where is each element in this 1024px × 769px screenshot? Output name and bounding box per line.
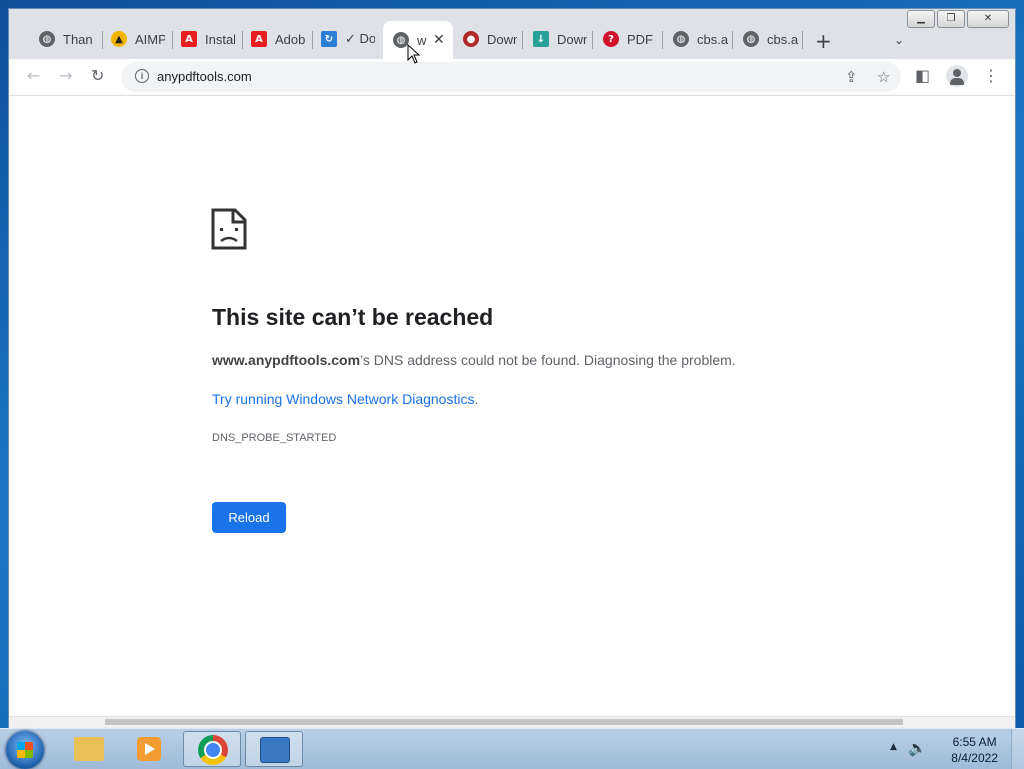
tab-label: ✓ Do [345,31,375,46]
tab-label: PDF [627,31,653,47]
page-content: This site can’t be reached www.anypdftoo… [9,96,1015,716]
menu-kebab-icon[interactable]: ⋮ [983,67,999,85]
tab[interactable]: ▲ AIMP [101,21,171,57]
tab-label: cbs.ar [767,31,799,47]
forward-arrow-icon[interactable]: → [59,67,72,85]
control-panel-icon [260,737,290,763]
link-suffix: . [474,391,479,407]
taskbar-chrome-button[interactable] [183,731,241,767]
tab-label: Install [205,31,235,47]
back-arrow-icon[interactable]: ← [27,67,40,85]
error-description-text: ’s DNS address could not be found. Diagn… [360,352,736,368]
tab[interactable]: ↓ Down [523,21,593,57]
globe-icon: ◍ [39,31,55,47]
show-hidden-icons-icon[interactable]: ▲ [890,742,897,752]
tab-label: AIMP [135,31,165,47]
taskbar-control-panel-button[interactable] [245,731,303,767]
address-bar[interactable]: i anypdftools.com ⇪ ☆ [121,62,901,92]
volume-icon[interactable]: 🔈 [908,739,927,757]
aimp-icon: ▲ [111,31,127,47]
clock-time: 6:55 AM [952,735,997,749]
diagnostics-suggestion: Try running Windows Network Diagnostics. [212,391,478,407]
tab-search-chevron-icon[interactable]: ⌄ [894,33,904,47]
reload-icon[interactable]: ↻ [91,67,104,85]
update-icon: ↻ [321,31,337,47]
globe-icon: ◍ [673,31,689,47]
tab[interactable]: ◍ cbs.ar [663,21,733,57]
mouse-cursor-icon [407,44,421,64]
adobe-icon: A [181,31,197,47]
adobe-icon: A [251,31,267,47]
tab-label: Down [487,31,517,47]
share-icon[interactable]: ⇪ [845,68,858,86]
reload-button[interactable]: Reload [212,502,286,533]
scrollbar-thumb[interactable] [105,719,903,725]
pdf-icon: ? [603,31,619,47]
system-tray: ▲ 🔈 6:55 AM 8/4/2022 [884,729,1024,769]
tabs: ◍ Thank ▲ AIMP A Install A Adobe ↻ ✓ Do [19,21,919,59]
tab-label: Thank [63,31,93,47]
tab[interactable]: A Install [171,21,241,57]
new-tab-button[interactable]: + [815,31,832,51]
sad-document-icon [211,208,247,250]
side-panel-icon[interactable]: ◧ [915,67,930,85]
tab-separator [802,31,803,49]
profile-avatar-icon[interactable] [946,65,968,87]
tab[interactable]: ● Down [453,21,523,57]
clock-date: 8/4/2022 [951,751,998,765]
url-text[interactable]: anypdftools.com [157,69,252,84]
tab-label: Down [557,31,587,47]
globe-icon: ◍ [743,31,759,47]
taskbar-explorer-button[interactable] [60,731,118,767]
horizontal-scrollbar[interactable] [9,716,1015,728]
start-button[interactable] [6,731,44,769]
close-tab-icon[interactable]: ✕ [433,32,445,48]
media-player-icon [137,737,161,761]
error-description: www.anypdftools.com’s DNS address could … [212,352,736,368]
tab[interactable]: ◍ cbs.ar [733,21,803,57]
taskbar-media-player-button[interactable] [120,731,178,767]
tab-label: cbs.ar [697,31,729,47]
network-diagnostics-link[interactable]: Try running Windows Network Diagnostics [212,391,474,407]
tab-label: Adobe [275,31,305,47]
tab[interactable]: ? PDF [593,21,663,57]
download-site-icon: ↓ [533,31,549,47]
tab[interactable]: A Adobe [241,21,311,57]
close-window-button[interactable]: ✕ [967,10,1009,28]
error-title: This site can’t be reached [212,304,494,330]
clock[interactable]: 6:55 AM 8/4/2022 [951,734,998,766]
show-desktop-button[interactable] [1011,729,1024,769]
folder-icon [74,737,104,761]
tab[interactable]: ◍ Thank [29,21,99,57]
taskbar: ▲ 🔈 6:55 AM 8/4/2022 [0,728,1024,769]
site-info-icon[interactable]: i [135,69,149,83]
navigation-toolbar: ← → ↻ i anypdftools.com ⇪ ☆ ◧ ⋮ [9,59,1015,96]
tab[interactable]: ↻ ✓ Do [311,21,381,57]
error-host: www.anypdftools.com [212,352,361,368]
window-controls: ▁ ❐ ✕ [905,10,1009,28]
error-code: DNS_PROBE_STARTED [212,432,337,444]
tab-strip: ▁ ❐ ✕ ◍ Thank ▲ AIMP A Install A Adobe [9,9,1015,59]
maximize-button[interactable]: ❐ [937,10,965,28]
browser-window: ▁ ❐ ✕ ◍ Thank ▲ AIMP A Install A Adobe [8,8,1016,728]
chrome-icon [198,735,228,765]
bookmark-star-icon[interactable]: ☆ [877,68,890,86]
download-site-icon: ● [463,31,479,47]
